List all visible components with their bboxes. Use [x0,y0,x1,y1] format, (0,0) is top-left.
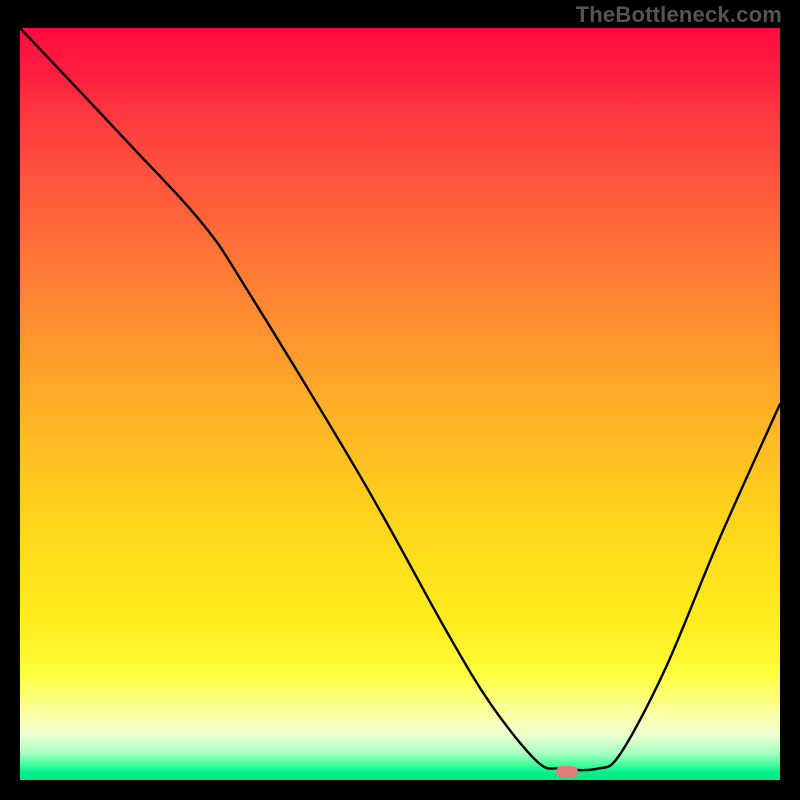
chart-stage: TheBottleneck.com [0,0,800,800]
optimum-marker [556,766,578,778]
watermark-text: TheBottleneck.com [576,2,782,28]
curve-svg [20,28,780,780]
bottleneck-curve [20,28,780,770]
plot-area [20,28,780,780]
